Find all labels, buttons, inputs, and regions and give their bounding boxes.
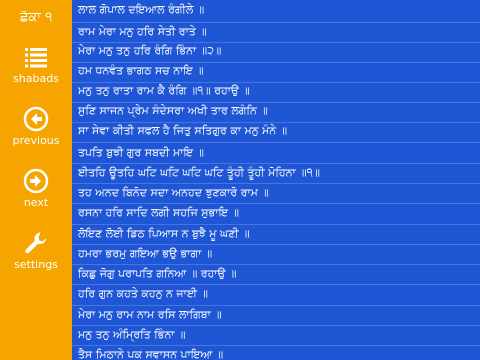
- gurbani-content: ਲਾਲ ਗੋਪਾਲ ਦਇਆਲ ਰੰਗੀਲੇ ॥ ਰਾਮ ਮੇਰਾ ਮਨੁ ਹਰਿ…: [72, 0, 480, 360]
- gurbani-line: ਹਮਰਾ ਭਰਮੁ ਗਇਆ ਭਉ ਭਾਗਾ ॥: [78, 247, 213, 260]
- next-label: next: [23, 196, 49, 209]
- gurbani-line: ਸੁਣਿ ਸਾਜਨ ਪ੍ਰੇਮ ਸੰਦੇਸਰਾ ਅਖੀ ਤਾਰ ਲਗੰਨਿ ॥: [78, 104, 268, 117]
- settings-button[interactable]: settings: [0, 230, 72, 272]
- gurbani-line: ਤਹ ਅਨਦ ਬਿਨੋਦ ਸਦਾ ਅਨਹਦ ਝੁਣਕਾਰੋ ਰਾਮ ॥: [78, 186, 269, 199]
- gurbani-line: ਮਨੁ ਤਨੁ ਅੰਮ੍ਰਿਤਿ ਭਿੰਨਾ ॥: [78, 328, 186, 341]
- gurbani-line: ਈਤਹਿ ਊਤਹਿ ਘਟਿ ਘਟਿ ਘਟਿ ਘਟਿ ਤੂੰਹੀ ਤੂੰਹੀ ਮੋ…: [78, 166, 320, 179]
- wrench-icon: [25, 232, 47, 254]
- shabads-button[interactable]: shabads: [0, 44, 72, 86]
- gurbani-line: ਹਮ ਧਨਵੰਤ ਭਾਗਠ ਸਚ ਨਾਇ ॥: [78, 64, 204, 77]
- gurbani-line: ਲਾਲ ਗੋਪਾਲ ਦਇਆਲ ਰੰਗੀਲੇ ॥: [78, 3, 205, 16]
- gurbani-line: ਰਾਮ ਮੇਰਾ ਮਨੁ ਹਰਿ ਸੇਤੀ ਰਾਤੇ ॥: [78, 25, 207, 38]
- gurbani-line: ਸਾ ਸੇਵਾ ਕੀਤੀ ਸਫਲ ਹੈ ਜਿਤੁ ਸਤਿਗੁਰ ਕਾ ਮਨੁ ਮ…: [78, 124, 288, 137]
- line-divider: [72, 244, 480, 245]
- line-divider: [72, 203, 480, 204]
- sidebar-title: ਛੱਕਾ ੧: [19, 10, 53, 25]
- arrow-right-circle-icon: [23, 168, 49, 194]
- shabads-label: shabads: [13, 72, 59, 85]
- gurbani-line: ਮੇਰਾ ਮਨੁ ਤਨੁ ਹਰਿ ਰੰਗਿ ਭਿੰਨਾ ॥੨॥: [78, 44, 222, 57]
- gurbani-line: ਲੋਇਣ ਲੋਈ ਡਿਠ ਪਿਆਸ ਨ ਬੁਝੈ ਮੂ ਘਣੀ ॥: [78, 227, 250, 240]
- settings-label: settings: [14, 258, 58, 271]
- gurbani-line: ਰਸਨਾ ਹਰਿ ਸਾਦਿ ਲਗੀ ਸਹਜਿ ਸੁਭਾਇ ॥: [78, 206, 239, 219]
- next-button[interactable]: next: [0, 168, 72, 210]
- gurbani-line: ਤਪਤਿ ਬੁਝੀ ਗੁਰ ਸਬਦੀ ਮਾਇ ॥: [78, 146, 204, 159]
- gurbani-line: ਮੇਰਾ ਮਨੁ ਰਾਮ ਨਾਮ ਰਸਿ ਲਾਗਿਬਾ ॥: [78, 308, 222, 321]
- previous-button[interactable]: previous: [0, 106, 72, 148]
- line-divider: [72, 142, 480, 143]
- line-divider: [72, 163, 480, 164]
- gurbani-line: ਤੈਸ ਮਿਠਾਨੇ ਪਕ ਸਵਾਸਨ ਪਾਇਆ ॥: [78, 348, 224, 360]
- line-divider: [72, 264, 480, 265]
- line-divider: [72, 183, 480, 184]
- previous-label: previous: [12, 134, 60, 147]
- sidebar: ਛੱਕਾ ੧ shabads previous next settings: [0, 0, 72, 360]
- line-divider: [72, 345, 480, 346]
- line-divider: [72, 224, 480, 225]
- list-icon: [25, 48, 47, 68]
- line-divider: [72, 325, 480, 326]
- line-divider: [72, 305, 480, 306]
- line-divider: [72, 284, 480, 285]
- gurbani-line: ਮਨੁ ਤਨੁ ਰਾਤਾ ਰਾਮ ਕੈ ਰੰਗਿ ॥੧॥ ਰਹਾਉ ॥: [78, 84, 250, 97]
- arrow-left-circle-icon: [23, 106, 49, 132]
- line-divider: [72, 22, 480, 23]
- gurbani-line: ਹਰਿ ਗੁਨ ਕਹਤੇ ਕਹਨੁ ਨ ਜਾਈ ॥: [78, 287, 208, 300]
- gurbani-line: ਕਿਛੁ ਜੋਗੁ ਪਰਾਪਤਿ ਗਨਿਆ ॥ ਰਹਾਉ ॥: [78, 267, 237, 280]
